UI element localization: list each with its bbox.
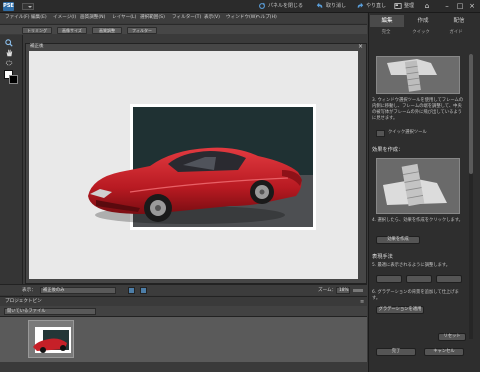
bin-thumbnail[interactable] <box>28 320 74 358</box>
tower-effect-illustration-icon <box>383 163 447 207</box>
style-button-1[interactable] <box>376 275 402 283</box>
create-effect-button[interactable]: 効果を作成 <box>376 236 420 244</box>
step3-text: 3. ウィンドウ選択ツールを使用してフレームの内側に移動し、フレームの端を調整し… <box>372 98 464 121</box>
style-button-2[interactable] <box>406 275 432 283</box>
finish-heading: 表現手法 <box>372 254 393 260</box>
done-button[interactable]: 完了 <box>376 348 416 356</box>
panel-scrollbar[interactable] <box>469 54 473 339</box>
guide-image-top <box>376 56 460 94</box>
subtab-guided[interactable]: ガイド <box>440 28 472 37</box>
bin-files-dropdown[interactable]: 開いているファイル <box>4 308 96 315</box>
step4-text: 4. 選択したら、効果を作成をクリックします。 <box>372 218 463 223</box>
zoom-label: ズーム： <box>318 288 337 293</box>
project-bin-header[interactable]: プロジェクトビン ≡ <box>0 296 367 306</box>
thumbnail-image <box>33 327 71 353</box>
gradient-button[interactable]: グラデーションを適用 <box>376 306 424 314</box>
tab-edit[interactable]: 編集 <box>370 15 404 27</box>
tab-create[interactable]: 作成 <box>406 15 440 27</box>
zoom-value[interactable]: 18% <box>336 287 350 294</box>
status-bar: 表示： 補正後のみ ズーム： 18% <box>0 284 367 295</box>
view-dropdown[interactable]: 補正後のみ <box>40 287 116 294</box>
cancel-button[interactable]: キャンセル <box>424 348 464 356</box>
bin-toolbar: 開いているファイル <box>0 306 367 316</box>
rotate-right-icon[interactable] <box>140 287 147 294</box>
panel-scroll-thumb[interactable] <box>469 54 473 174</box>
effect-heading: 効果を作成： <box>372 147 404 153</box>
view-label: 表示： <box>22 288 36 293</box>
rotate-left-icon[interactable] <box>128 287 135 294</box>
guide-image-mid <box>376 158 460 214</box>
tower-illustration-icon <box>387 59 437 92</box>
quick-select-tool-button[interactable] <box>376 130 385 137</box>
step6-text: 6. グラデーションの背景を追加して仕上げます。 <box>372 290 459 301</box>
subtab-quick[interactable]: クイック <box>405 28 437 37</box>
quick-tool-label: クイック選択ツール <box>388 130 427 135</box>
zoom-slider[interactable] <box>353 289 363 292</box>
subtab-full[interactable]: 完全 <box>370 28 402 37</box>
tab-share[interactable]: 配信 <box>442 15 476 27</box>
step5-text: 5. 最適に表示されるように調整します。 <box>372 263 451 268</box>
reset-button[interactable]: リセット <box>438 333 466 341</box>
style-button-3[interactable] <box>436 275 462 283</box>
